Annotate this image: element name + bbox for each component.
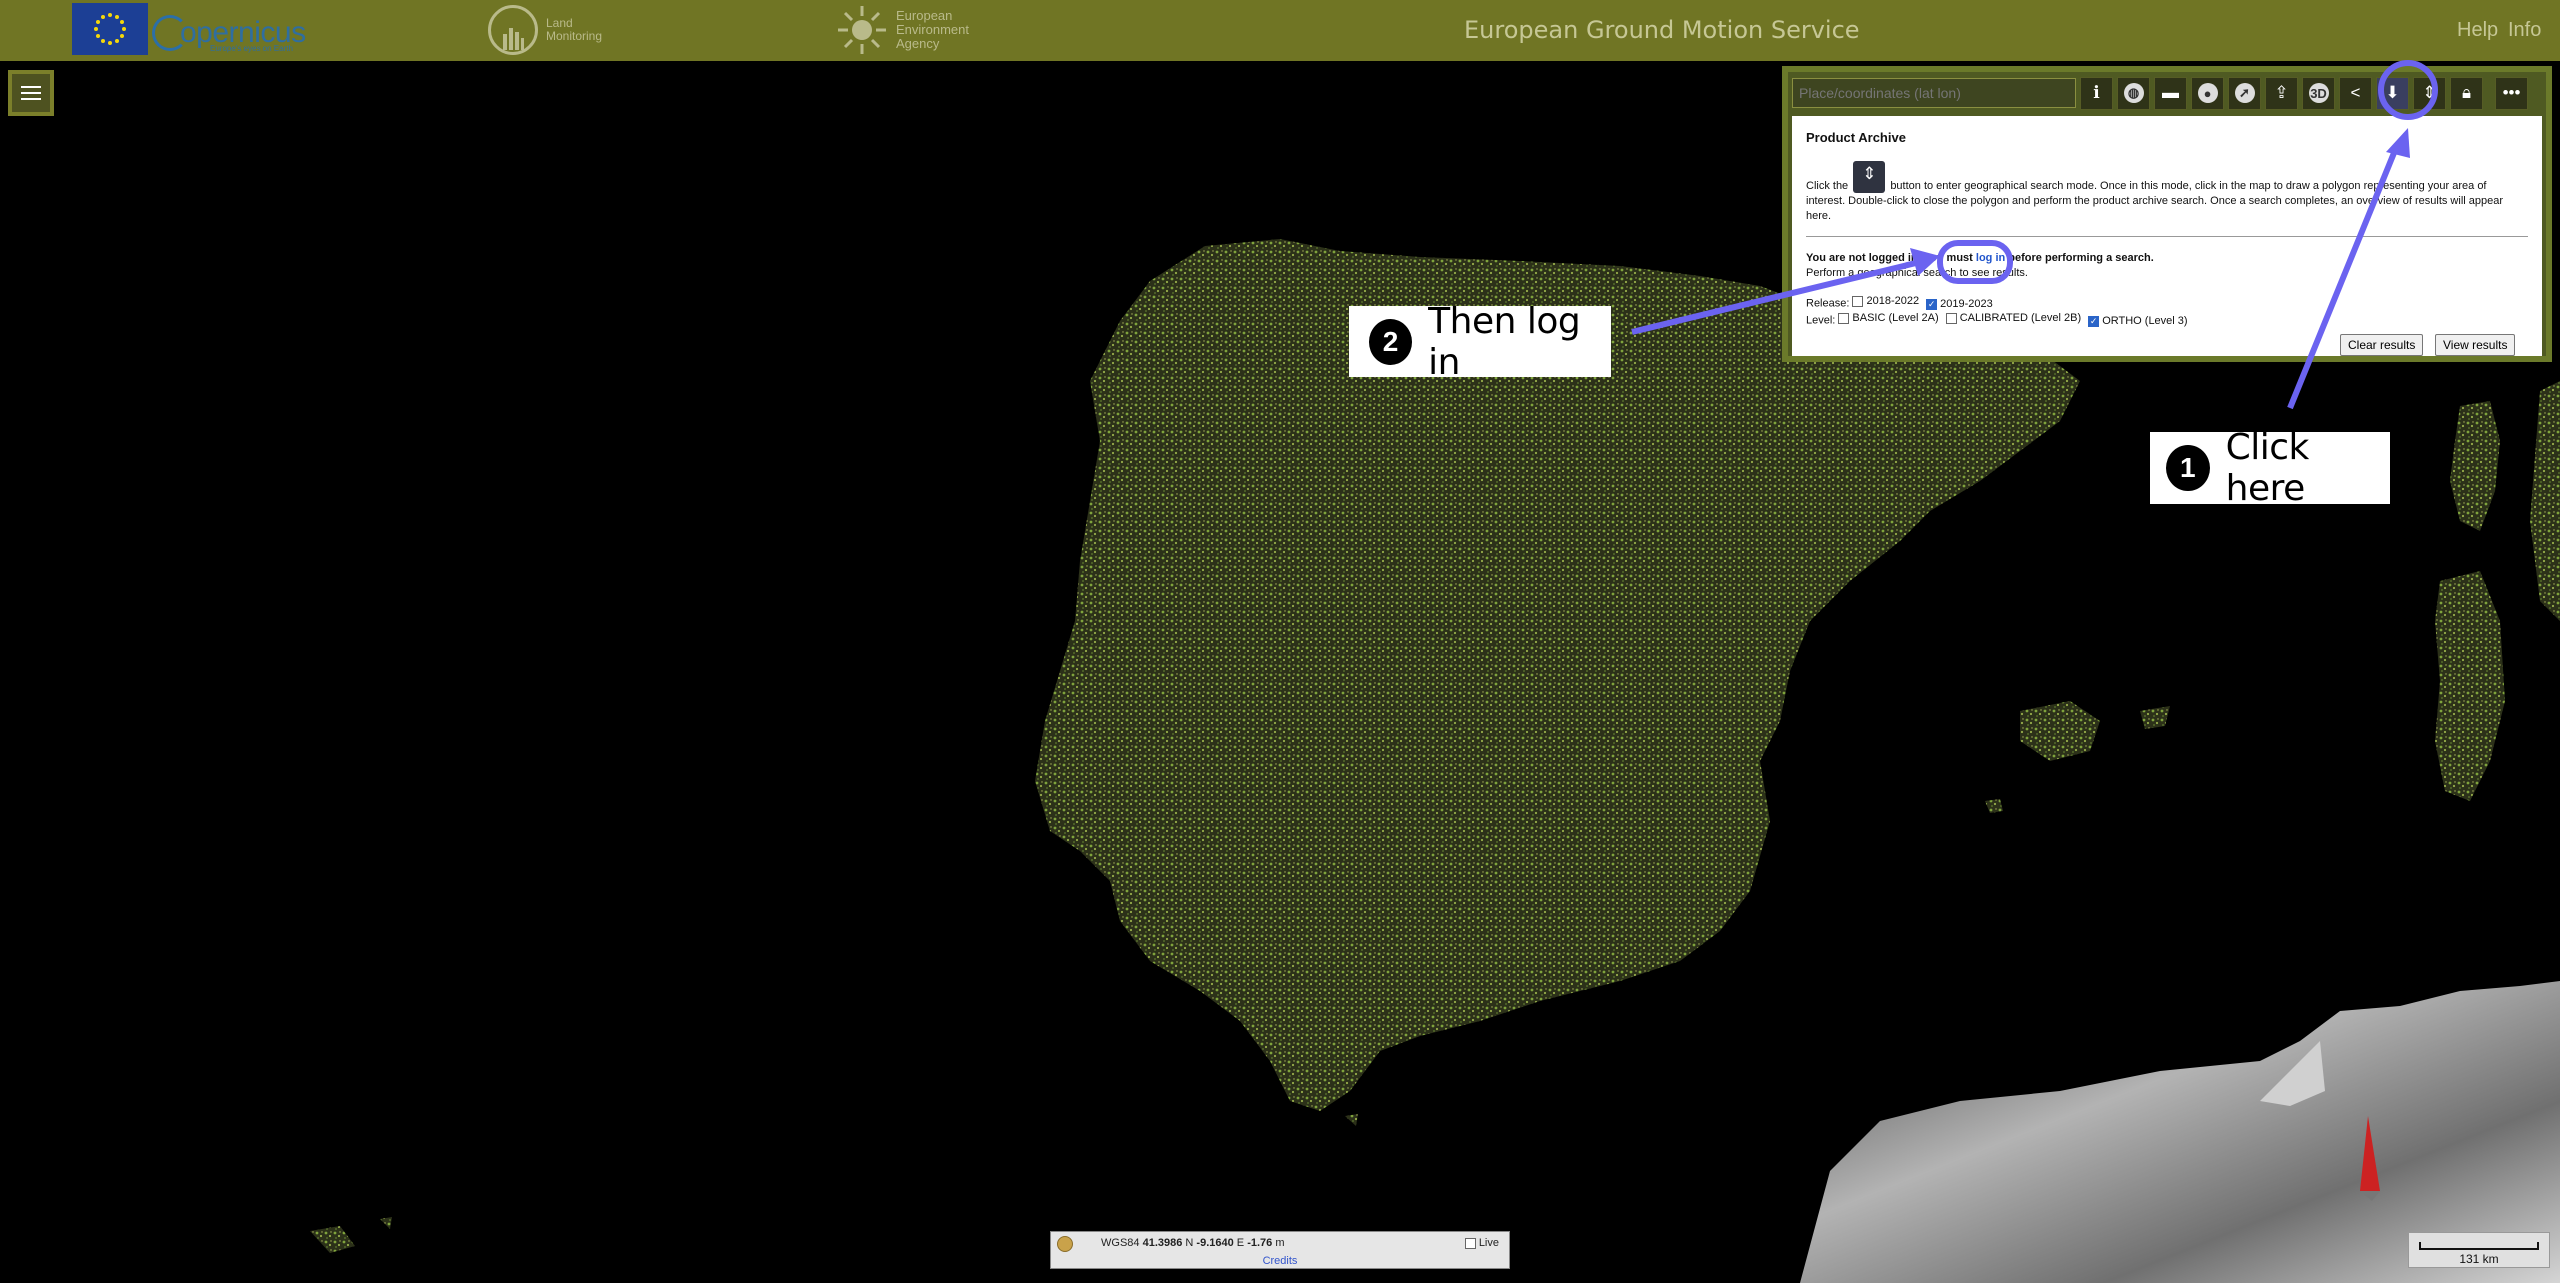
- callout-step-1: 1 Click here: [2150, 427, 2390, 509]
- step-1-text: Click here: [2225, 427, 2310, 509]
- step-1-number: 1: [2166, 445, 2210, 491]
- arrow-step1-line: [2287, 146, 2399, 410]
- step-2-number: 2: [1369, 318, 1413, 365]
- arrow-step2-head: [1910, 248, 1940, 276]
- arrow-step1-head: [2386, 128, 2410, 158]
- annotation-overlay: [1631, 60, 2438, 410]
- step-2-text: Then log in: [1428, 300, 1581, 383]
- callout-step-2: 2 Then log in: [1349, 301, 1611, 383]
- arrow-step2-line: [1631, 259, 1921, 335]
- highlight-download-button: [2378, 60, 2438, 120]
- highlight-login-link: [1937, 240, 2013, 284]
